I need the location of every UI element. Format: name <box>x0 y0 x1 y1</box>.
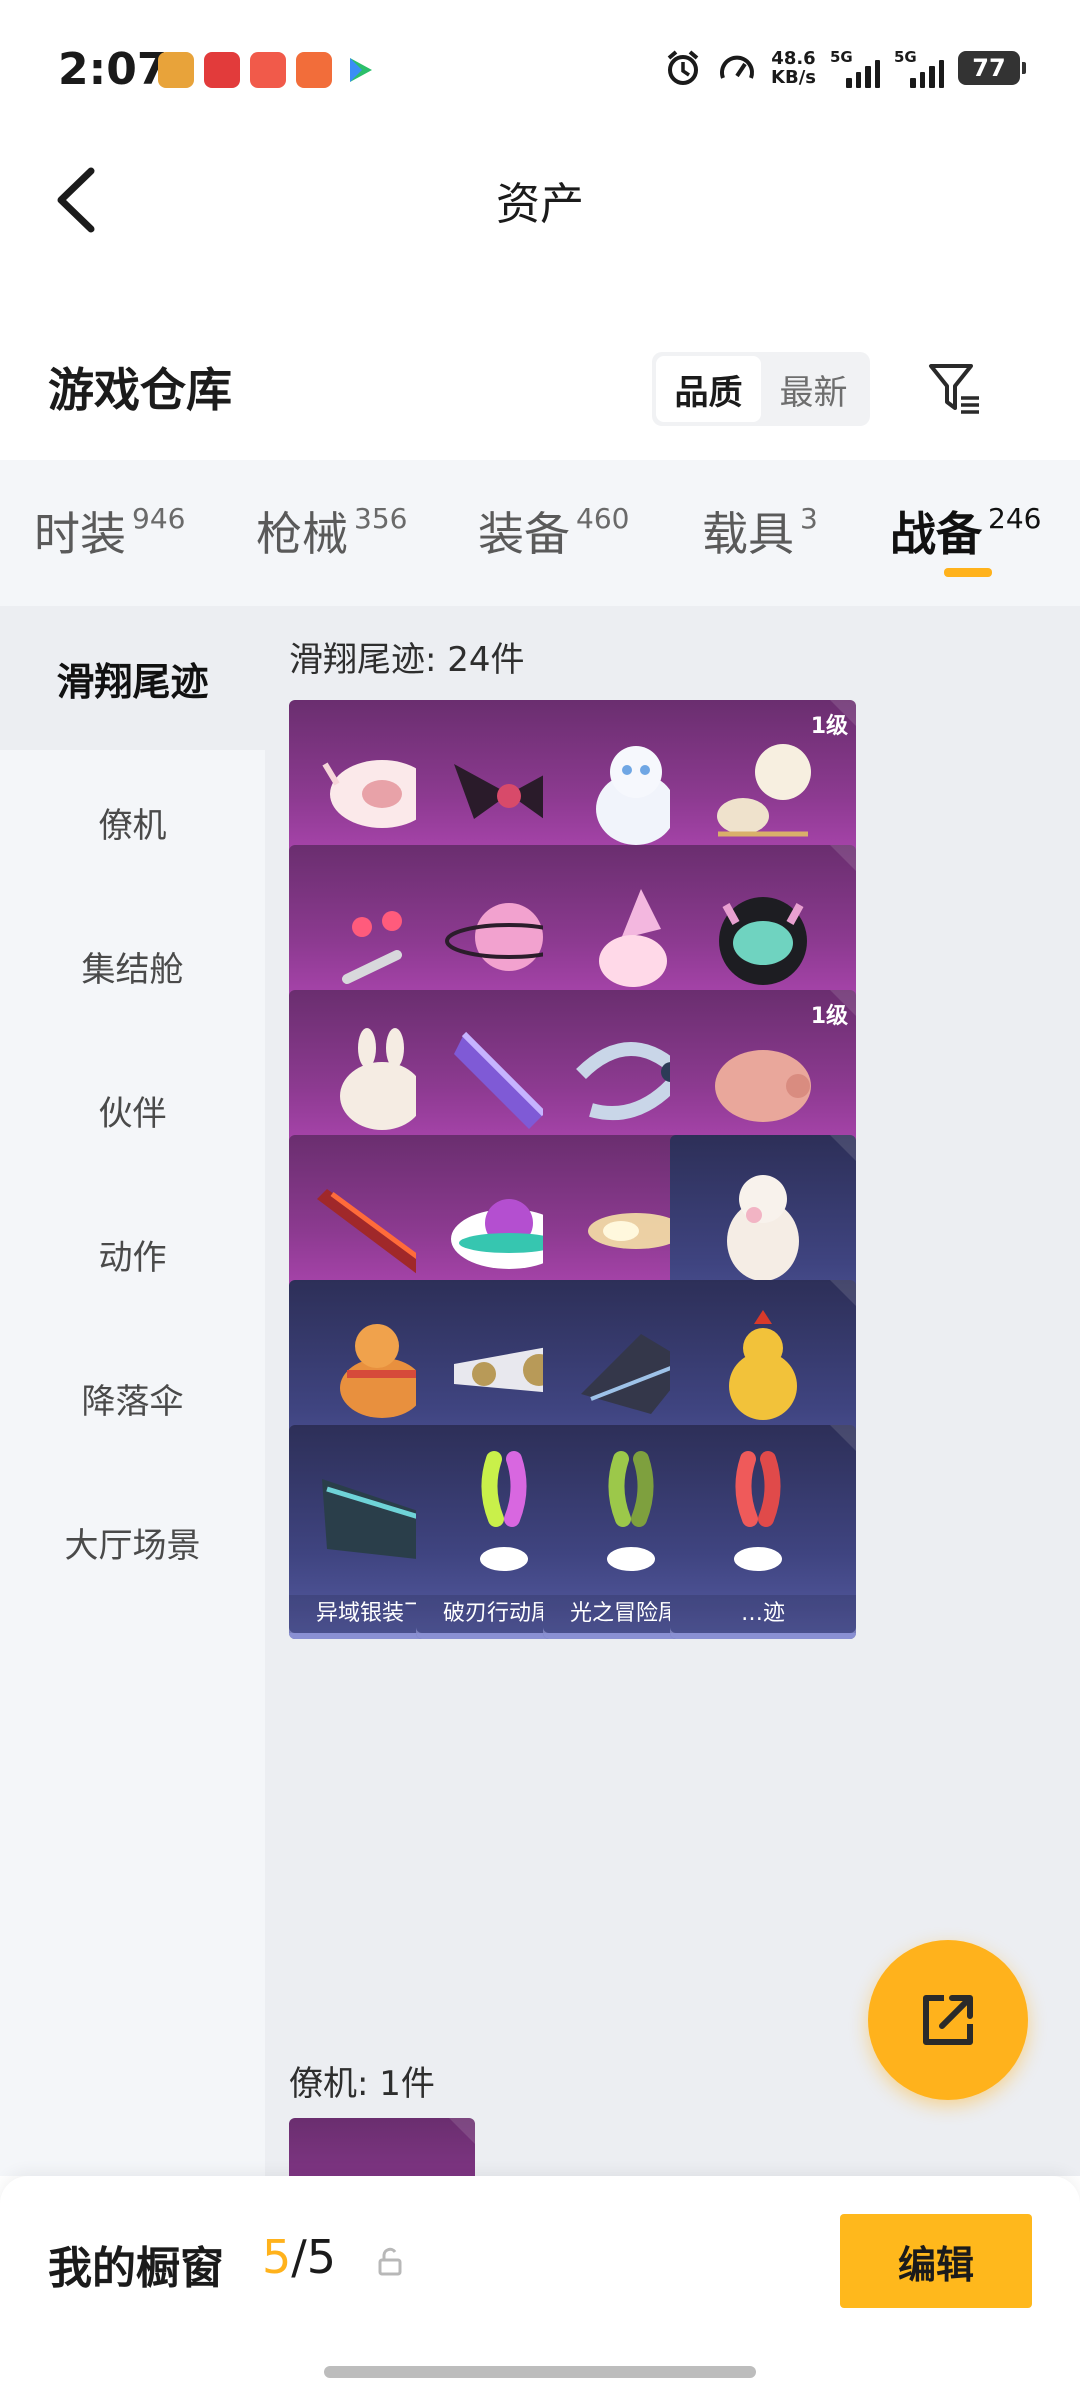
smoke-trail-red-icon <box>734 1451 782 1571</box>
showcase-count: 5/5 <box>262 2230 336 2284</box>
side-item-glide-trail[interactable]: 滑翔尾迹 <box>0 606 265 750</box>
section-title: 僚机: 1件 <box>289 2064 435 2104</box>
side-item-assembly-pod[interactable]: 集结舱 <box>0 894 265 1038</box>
side-item-wingman[interactable]: 僚机 <box>0 750 265 894</box>
chicken-glider-icon <box>729 1310 797 1420</box>
signal-type: 5G <box>830 48 853 66</box>
signal-icon: 5G <box>894 48 944 88</box>
card-corner-decoration <box>830 1425 856 1451</box>
card-corner-decoration <box>830 1280 856 1306</box>
side-nav: 滑翔尾迹 僚机 集结舱 伙伴 动作 降落伞 大厅场景 <box>0 606 265 2176</box>
side-item-emote[interactable]: 动作 <box>0 1182 265 1326</box>
network-speed-value: 48.6 <box>771 48 816 69</box>
tab-equipment[interactable]: 装备 460 <box>478 498 629 564</box>
item-card[interactable] <box>289 2118 475 2176</box>
status-bar: 2:07 48.6 KB/s 5G 5G 77 <box>0 0 1080 140</box>
notification-icons <box>158 52 378 88</box>
section-title: 滑翔尾迹: 24件 <box>289 640 525 680</box>
active-tab-indicator <box>944 568 992 577</box>
home-indicator[interactable] <box>324 2366 756 2378</box>
tab-label: 战备 <box>890 507 982 561</box>
app-header: 资产 <box>0 140 1080 260</box>
warehouse-title: 游戏仓库 <box>48 363 232 417</box>
app-notification-icon <box>158 52 194 88</box>
tab-count: 946 <box>132 502 186 535</box>
sort-by-latest[interactable]: 最新 <box>761 356 866 422</box>
signal-icon: 5G <box>830 48 880 88</box>
speedometer-icon <box>720 55 755 79</box>
item-level-badge: 1级 <box>810 714 848 739</box>
flying-pig-icon <box>715 1050 811 1122</box>
item-level-badge: 1级 <box>810 1004 848 1029</box>
signal-type: 5G <box>894 48 917 66</box>
warehouse-header: 游戏仓库 品质 最新 <box>0 330 1080 450</box>
edit-button[interactable]: 编辑 <box>840 2214 1032 2308</box>
tab-vehicles[interactable]: 载具 3 <box>702 498 818 564</box>
showcase-total: 5 <box>306 2230 337 2284</box>
network-speed: 48.6 KB/s <box>771 49 816 87</box>
side-item-partner[interactable]: 伙伴 <box>0 1038 265 1182</box>
side-item-parachute[interactable]: 降落伞 <box>0 1326 265 1470</box>
tab-count: 356 <box>354 502 408 535</box>
showcase-separator: / <box>291 2230 307 2284</box>
app-notification-icon <box>204 52 240 88</box>
tab-count: 3 <box>800 502 818 535</box>
lock-icon[interactable] <box>374 2246 406 2278</box>
tab-guns[interactable]: 枪械 356 <box>256 498 407 564</box>
filter-icon <box>929 364 979 414</box>
filter-button[interactable] <box>920 350 990 426</box>
battery-icon: 77 <box>958 51 1026 85</box>
tab-label: 枪械 <box>256 507 348 561</box>
tab-combat-gear[interactable]: 战备 246 <box>890 498 1041 564</box>
alpaca-glider-icon <box>727 1175 799 1281</box>
sort-toggle: 品质 最新 <box>652 352 870 426</box>
sort-by-quality[interactable]: 品质 <box>656 356 761 422</box>
cat-helmet-glider-icon <box>719 897 807 985</box>
tab-label: 时装 <box>34 507 126 561</box>
status-time: 2:07 <box>58 44 168 95</box>
page-title: 资产 <box>496 179 584 230</box>
battery-level: 77 <box>972 54 1006 82</box>
tab-fashion[interactable]: 时装 946 <box>34 498 185 564</box>
alarm-icon <box>667 50 699 85</box>
item-card[interactable]: …迹 <box>670 1425 856 1639</box>
item-name: …迹 <box>670 1595 856 1633</box>
category-tabs: 时装 946 枪械 356 装备 460 载具 3 战备 246 <box>0 460 1080 606</box>
tab-label: 装备 <box>478 507 570 561</box>
tab-count: 460 <box>576 502 630 535</box>
side-item-lobby-scene[interactable]: 大厅场景 <box>0 1470 265 1614</box>
app-notification-icon <box>296 52 332 88</box>
showcase-current: 5 <box>262 2230 292 2284</box>
share-button[interactable] <box>868 1940 1028 2100</box>
carriage-glider-icon <box>717 744 811 837</box>
app-notification-icon <box>250 52 286 88</box>
card-corner-decoration <box>449 2118 475 2144</box>
tab-count: 246 <box>988 502 1042 535</box>
status-right-cluster: 48.6 KB/s 5G 5G 77 <box>663 48 1026 88</box>
card-corner-decoration <box>830 1135 856 1161</box>
play-notification-icon <box>342 52 378 88</box>
share-icon <box>923 1995 973 2045</box>
showcase-label: 我的橱窗 <box>48 2243 224 2294</box>
network-speed-unit: KB/s <box>771 67 816 88</box>
wingman-icon <box>307 2142 457 2176</box>
card-corner-decoration <box>830 845 856 871</box>
tab-label: 载具 <box>702 507 794 561</box>
